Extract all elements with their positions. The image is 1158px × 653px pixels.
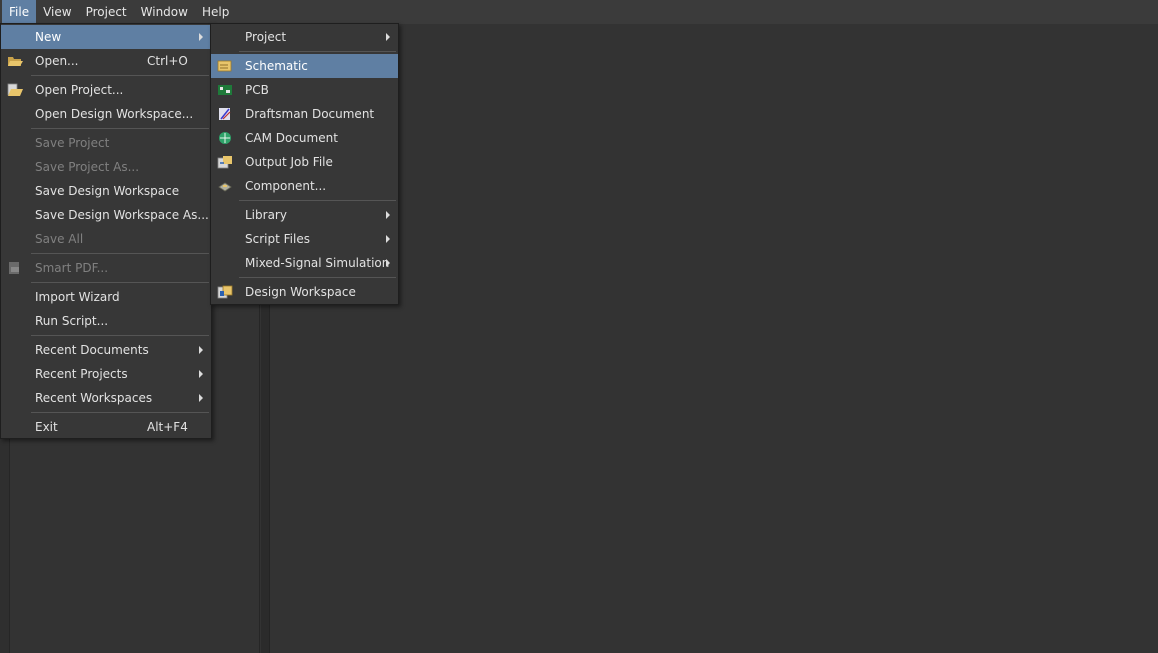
new-schematic-item[interactable]: Schematic	[211, 54, 398, 78]
menu-separator	[31, 128, 209, 129]
new-project-label: Project	[245, 30, 287, 44]
new-component-item[interactable]: Component...	[211, 174, 398, 198]
cam-document-icon	[219, 132, 231, 144]
file-save-design-workspace-label: Save Design Workspace	[35, 184, 180, 198]
file-save-project-label: Save Project	[35, 136, 110, 150]
submenu-arrow-icon	[199, 346, 203, 354]
design-workspace-icon	[217, 285, 233, 299]
new-component-label: Component...	[245, 179, 327, 193]
file-import-wizard-label: Import Wizard	[35, 290, 120, 304]
new-mixed-signal-simulation-label: Mixed-Signal Simulation	[245, 256, 390, 270]
output-job-icon	[217, 156, 232, 169]
submenu-arrow-icon	[386, 211, 390, 219]
new-project-item[interactable]: Project	[211, 25, 398, 49]
file-open-project-item[interactable]: Open Project...	[1, 78, 211, 102]
file-exit-item[interactable]: Exit Alt+F4	[1, 415, 211, 439]
file-save-all-label: Save All	[35, 232, 84, 246]
new-schematic-label: Schematic	[245, 59, 308, 73]
new-output-job-file-label: Output Job File	[245, 155, 333, 169]
menubar: File View Project Window Help	[0, 0, 1158, 24]
pdf-icon	[9, 262, 19, 274]
new-draftsman-document-label: Draftsman Document	[245, 107, 375, 121]
file-smart-pdf-label: Smart PDF...	[35, 261, 109, 275]
file-new-item[interactable]: New	[1, 25, 211, 49]
file-save-project-as-item: Save Project As...	[1, 155, 211, 179]
file-smart-pdf-item: Smart PDF...	[1, 256, 211, 280]
menu-help[interactable]: Help	[195, 0, 236, 24]
file-open-design-workspace-label: Open Design Workspace...	[35, 107, 194, 121]
submenu-arrow-icon	[199, 33, 203, 41]
submenu-arrow-icon	[199, 370, 203, 378]
document-area	[270, 24, 1158, 653]
file-exit-label: Exit	[35, 420, 58, 434]
menu-view[interactable]: View	[36, 0, 78, 24]
file-save-design-workspace-as-label: Save Design Workspace As...	[35, 208, 209, 222]
file-open-item[interactable]: Open... Ctrl+O	[1, 49, 211, 73]
open-folder-icon	[8, 57, 23, 66]
file-open-design-workspace-item[interactable]: Open Design Workspace...	[1, 102, 211, 126]
new-design-workspace-item[interactable]: Design Workspace	[211, 280, 398, 304]
submenu-arrow-icon	[199, 394, 203, 402]
file-recent-documents-label: Recent Documents	[35, 343, 149, 357]
file-run-script-item[interactable]: Run Script...	[1, 309, 211, 333]
draftsman-icon	[219, 108, 231, 120]
file-recent-workspaces-item[interactable]: Recent Workspaces	[1, 386, 211, 410]
file-save-design-workspace-item[interactable]: Save Design Workspace	[1, 179, 211, 203]
menu-separator	[239, 51, 396, 52]
new-library-label: Library	[245, 208, 287, 222]
file-save-design-workspace-as-item[interactable]: Save Design Workspace As...	[1, 203, 211, 227]
menu-separator	[31, 282, 209, 283]
file-recent-documents-item[interactable]: Recent Documents	[1, 338, 211, 362]
menu-separator	[239, 277, 396, 278]
file-menu: New Open... Ctrl+O Open Project... Open …	[0, 23, 212, 439]
pcb-icon	[218, 85, 232, 95]
menu-separator	[239, 200, 396, 201]
new-mixed-signal-simulation-item[interactable]: Mixed-Signal Simulation	[211, 251, 398, 275]
menu-window[interactable]: Window	[134, 0, 195, 24]
new-script-files-item[interactable]: Script Files	[211, 227, 398, 251]
new-library-item[interactable]: Library	[211, 203, 398, 227]
submenu-arrow-icon	[386, 259, 390, 267]
menu-separator	[31, 412, 209, 413]
schematic-icon	[217, 60, 232, 72]
new-cam-document-item[interactable]: CAM Document	[211, 126, 398, 150]
new-output-job-file-item[interactable]: Output Job File	[211, 150, 398, 174]
new-cam-document-label: CAM Document	[245, 131, 338, 145]
file-save-project-as-label: Save Project As...	[35, 160, 140, 174]
new-pcb-label: PCB	[245, 83, 269, 97]
file-recent-projects-item[interactable]: Recent Projects	[1, 362, 211, 386]
file-save-project-item: Save Project	[1, 131, 211, 155]
file-open-label: Open...	[35, 54, 79, 68]
menu-project[interactable]: Project	[79, 0, 134, 24]
file-run-script-label: Run Script...	[35, 314, 109, 328]
file-recent-projects-label: Recent Projects	[35, 367, 128, 381]
new-design-workspace-label: Design Workspace	[245, 285, 356, 299]
file-save-all-item: Save All	[1, 227, 211, 251]
file-open-shortcut: Ctrl+O	[147, 54, 188, 68]
file-open-project-label: Open Project...	[35, 83, 124, 97]
submenu-arrow-icon	[386, 33, 390, 41]
file-recent-workspaces-label: Recent Workspaces	[35, 391, 153, 405]
file-import-wizard-item[interactable]: Import Wizard	[1, 285, 211, 309]
file-exit-shortcut: Alt+F4	[147, 420, 188, 434]
component-icon	[218, 182, 232, 192]
submenu-arrow-icon	[386, 235, 390, 243]
menu-file[interactable]: File	[2, 0, 37, 24]
new-script-files-label: Script Files	[245, 232, 310, 246]
new-pcb-item[interactable]: PCB	[211, 78, 398, 102]
file-new-label: New	[35, 30, 62, 44]
new-submenu: Project Schematic PCB Draftsman Document	[210, 23, 399, 305]
menu-separator	[31, 335, 209, 336]
menu-separator	[31, 253, 209, 254]
open-project-icon	[7, 83, 23, 96]
new-draftsman-document-item[interactable]: Draftsman Document	[211, 102, 398, 126]
menu-separator	[31, 75, 209, 76]
